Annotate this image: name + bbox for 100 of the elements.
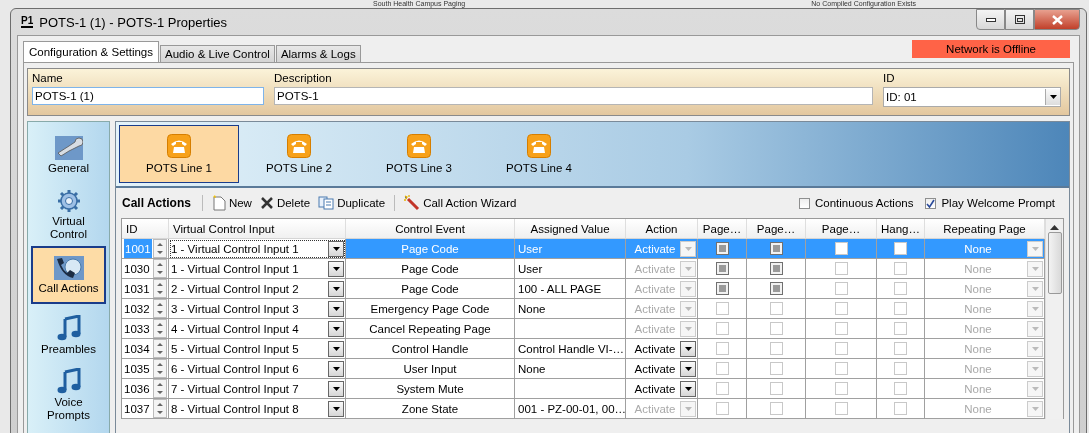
toolbar-button[interactable]: Delete [257,196,313,210]
column-header[interactable]: Action [626,219,698,239]
dropdown-arrow-icon [1031,406,1039,411]
column-header[interactable]: Page… [747,219,806,239]
sidebar-item[interactable]: Voice Prompts [31,366,106,424]
scrollbar-thumb[interactable] [1047,232,1062,294]
table-cell: Page Code [346,259,515,279]
input-dropdown[interactable]: 2 - Virtual Control Input 2 [169,279,346,299]
dropdown-arrow-icon [684,246,692,251]
table-cell: Page Code [346,239,515,259]
restore-icon [1014,15,1025,24]
input-dropdown[interactable]: 1 - Virtual Control Input 1 [169,239,346,259]
table-cell: User Input [346,359,515,379]
input-dropdown[interactable]: 3 - Virtual Control Input 3 [169,299,346,319]
table-cell: None [515,359,626,379]
line-tab[interactable]: POTS Line 3 [359,125,479,183]
table-cell: Control Handle [346,339,515,359]
dropdown-arrow-icon [332,326,340,331]
id-spinner[interactable]: 1033 [122,319,169,339]
dropdown-arrow-icon [1031,266,1039,271]
column-header[interactable]: Hang… [877,219,925,239]
checkbox[interactable] [769,282,783,295]
checkbox[interactable] [715,242,729,255]
tab[interactable]: Audio & Live Control [160,45,275,62]
scrollbar[interactable] [1045,219,1063,419]
dropdown-arrow-icon [1031,246,1039,251]
sidebar-item[interactable]: Virtual Control [31,186,106,244]
input-dropdown[interactable]: 1 - Virtual Control Input 1 [169,259,346,279]
line-tab[interactable]: POTS Line 1 [119,125,239,183]
input-dropdown[interactable]: 5 - Virtual Control Input 5 [169,339,346,359]
description-field[interactable]: POTS-1 [274,87,873,105]
sidebar-item[interactable]: Preambles [31,306,106,364]
id-spinner[interactable]: 1036 [122,379,169,399]
phone-globe-icon [53,255,84,280]
phone-icon [527,134,551,158]
input-dropdown[interactable]: 4 - Virtual Control Input 4 [169,319,346,339]
table-cell: Control Handle VI-… [515,339,626,359]
dropdown-arrow-icon [332,246,340,251]
table-cell: 001 - PZ-00-01, 00… [515,399,626,419]
input-dropdown[interactable]: 6 - Virtual Control Input 6 [169,359,346,379]
checkbox[interactable] [799,197,810,209]
tab[interactable]: Configuration & Settings [23,41,160,62]
minimize-button[interactable] [976,9,1005,30]
checkbox[interactable] [715,262,729,275]
line-tab[interactable]: POTS Line 4 [479,125,599,183]
dropdown-arrow-icon [332,266,340,271]
dropdown-arrow-icon [684,346,692,351]
id-dropdown[interactable]: ID: 01 [883,87,1061,107]
id-spinner[interactable]: 1032 [122,299,169,319]
table-cell: User [515,259,626,279]
tab[interactable]: Alarms & Logs [275,45,361,62]
id-spinner[interactable]: 1031 [122,279,169,299]
id-spinner[interactable]: 1037 [122,399,169,419]
column-header[interactable]: Page… [806,219,877,239]
id-spinner[interactable]: 1030 [122,259,169,279]
action-dropdown[interactable]: Activate [626,359,698,379]
table-cell: Cancel Repeating Page [346,319,515,339]
checkbox[interactable] [769,262,783,275]
input-dropdown[interactable]: 7 - Virtual Control Input 7 [169,379,346,399]
phone-icon [287,134,311,158]
column-header[interactable]: ID [122,219,169,239]
dropdown-arrow-icon [1031,386,1039,391]
dropdown-arrow-icon [1031,326,1039,331]
action-dropdown[interactable]: Activate [626,339,698,359]
dropdown-arrow-icon [332,406,340,411]
sidebar-item[interactable]: General [31,126,106,184]
restore-button[interactable] [1005,9,1034,30]
dropdown-arrow-icon [1031,286,1039,291]
column-header[interactable]: Repeating Page [925,219,1045,239]
dropdown-arrow-icon [684,266,692,271]
column-header[interactable]: Assigned Value [515,219,626,239]
action-dropdown[interactable]: Activate [626,379,698,399]
checkbox[interactable] [715,282,729,295]
option-checkbox[interactable]: Continuous Actions [799,197,914,209]
network-status-banner: Network is Offline [912,40,1070,58]
option-checkbox[interactable]: Play Welcome Prompt [925,197,1055,209]
app-logo: P1 [21,16,34,28]
close-button[interactable] [1034,9,1080,30]
checkbox[interactable] [925,197,937,209]
input-dropdown[interactable]: 8 - Virtual Control Input 8 [169,399,346,419]
spinner-arrows-icon [153,379,167,398]
toolbar-button[interactable]: Call Action Wizard [402,195,519,211]
id-spinner[interactable]: 1034 [122,339,169,359]
dropdown-arrow-icon [332,366,340,371]
column-header[interactable]: Virtual Control Input [169,219,346,239]
id-spinner[interactable]: 1035 [122,359,169,379]
toolbar-button[interactable]: New [209,195,254,211]
checkbox[interactable] [769,242,783,255]
column-header[interactable]: Control Event [346,219,515,239]
music-note-icon [56,314,81,341]
dropdown-arrow-icon [332,286,340,291]
phone-icon [167,134,191,158]
name-field[interactable]: POTS-1 (1) [32,87,264,105]
line-tab[interactable]: POTS Line 2 [239,125,359,183]
close-icon [1051,14,1063,25]
dropdown-arrow-icon [332,346,340,351]
sidebar-item[interactable]: Call Actions [31,246,106,304]
dropdown-arrow-icon [1031,306,1039,311]
column-header[interactable]: Page… [698,219,747,239]
toolbar-button[interactable]: Duplicate [316,196,388,210]
